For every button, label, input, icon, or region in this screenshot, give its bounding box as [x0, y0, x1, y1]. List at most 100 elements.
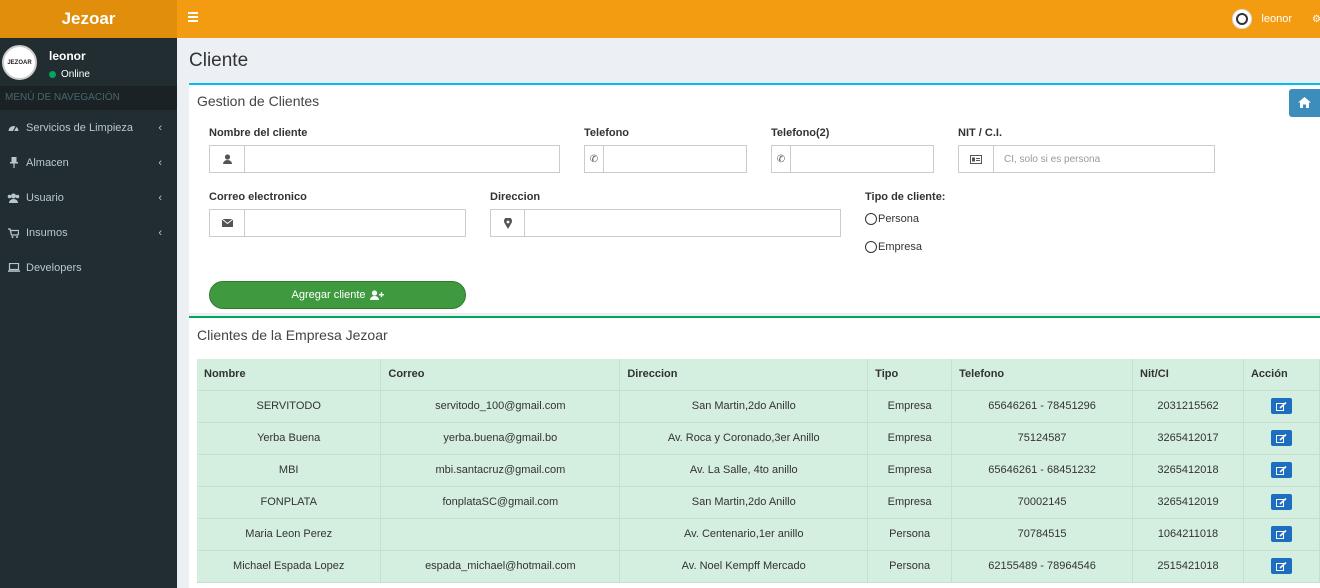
chevron-left-icon: ‹: [158, 157, 162, 169]
radio-persona-label: Persona: [878, 213, 919, 225]
edit-icon[interactable]: [1270, 430, 1292, 446]
home-icon: [1298, 96, 1311, 111]
cell-tipo: Empresa: [867, 454, 953, 487]
col-header-telefono[interactable]: Telefono: [951, 359, 1134, 391]
add-client-button[interactable]: Agregar cliente: [209, 281, 466, 309]
sidebar-item-developers[interactable]: Developers: [0, 250, 177, 285]
cell-telefono: 70784515: [951, 518, 1134, 551]
sidebar: JEZOAR leonor Online MENÚ DE NAVEGACIÓN …: [0, 38, 177, 588]
table-header-row: Nombre Correo Direccion Tipo Telefono Ni…: [197, 359, 1320, 391]
chevron-left-icon: ‹: [158, 192, 162, 204]
col-header-nit[interactable]: Nit/CI: [1132, 359, 1244, 391]
user-avatar: [1232, 9, 1253, 29]
radio-circle[interactable]: [865, 241, 877, 253]
correo-input[interactable]: [245, 209, 466, 237]
sidebar-item-label: Developers: [26, 261, 82, 274]
telefono-label: Telefono: [584, 127, 630, 139]
table-row: Maria Leon Perez Av. Centenario,1er anill…: [197, 518, 1320, 551]
home-button[interactable]: [1289, 89, 1320, 117]
phone-icon: ✆: [584, 145, 604, 173]
cell-tipo: Persona: [867, 550, 953, 583]
cell-direccion: San Martin,2do Anillo: [619, 486, 869, 519]
envelope-icon: [209, 209, 245, 237]
telefono-input[interactable]: [604, 145, 747, 173]
tipo-label: Tipo de cliente:: [865, 191, 946, 203]
telefono2-input[interactable]: [791, 145, 934, 173]
radio-persona[interactable]: Persona: [865, 213, 919, 225]
radio-empresa[interactable]: Empresa: [865, 241, 922, 253]
col-header-accion: Acción: [1243, 359, 1320, 391]
cell-nit: 2515421018: [1132, 550, 1244, 583]
gear-icon[interactable]: ⚙: [1312, 14, 1320, 25]
user-icon: [209, 145, 245, 173]
cell-accion: [1243, 422, 1320, 455]
user-status: Online: [49, 69, 90, 80]
table-row: FONPLATA fonplataSC@gmail.com San Martin,2…: [197, 486, 1320, 519]
cell-tipo: Empresa: [867, 390, 953, 423]
cell-tipo: Persona: [867, 518, 953, 551]
cell-nombre: Yerba Buena: [197, 422, 382, 455]
cell-nit: 1064211018: [1132, 518, 1244, 551]
sidebar-item-servicios[interactable]: Servicios de Limpieza ‹: [0, 110, 177, 145]
cell-direccion: San Martin,2do Anillo: [619, 390, 869, 423]
cell-accion: [1243, 518, 1320, 551]
user-plus-icon: [369, 290, 384, 300]
status-text: Online: [61, 69, 90, 80]
cart-icon: [7, 227, 20, 238]
cell-accion: [1243, 486, 1320, 519]
cell-nit: 3265412018: [1132, 454, 1244, 487]
nombre-label: Nombre del cliente: [209, 127, 308, 139]
cell-nombre: Michael Espada Lopez: [197, 550, 382, 583]
user-menu[interactable]: leonor ⚙: [1232, 0, 1320, 38]
user-panel: JEZOAR leonor Online: [0, 38, 177, 86]
cell-tipo: Empresa: [867, 422, 953, 455]
edit-icon[interactable]: [1270, 526, 1292, 542]
cell-direccion: Av. La Salle, 4to anillo: [619, 454, 869, 487]
cell-nombre: SERVITODO: [197, 390, 382, 423]
cell-direccion: Av. Roca y Coronado,3er Anillo: [619, 422, 869, 455]
cell-tipo: Empresa: [867, 486, 953, 519]
sidebar-item-usuario[interactable]: Usuario ‹: [0, 180, 177, 215]
col-header-tipo[interactable]: Tipo: [867, 359, 953, 391]
radio-empresa-label: Empresa: [878, 241, 923, 253]
dashboard-icon: [7, 123, 20, 133]
table-row: Michael Espada Lopez espada_michael@hotma…: [197, 550, 1320, 583]
id-card-icon: [958, 145, 994, 173]
col-header-direccion[interactable]: Direccion: [619, 359, 869, 391]
sidebar-item-label: Usuario: [26, 191, 64, 204]
thumbtack-icon: [7, 157, 20, 168]
phone-icon: ✆: [771, 145, 791, 173]
sidebar-item-label: Servicios de Limpieza: [26, 121, 133, 134]
cell-nombre: FONPLATA: [197, 486, 382, 519]
table-row: Yerba Buena yerba.buena@gmail.bo Av. Roca …: [197, 422, 1320, 455]
nombre-input[interactable]: [245, 145, 560, 173]
cell-accion: [1243, 390, 1320, 423]
correo-input-group: [209, 209, 466, 237]
sidebar-toggle-icon[interactable]: [188, 12, 198, 22]
nombre-input-group: [209, 145, 560, 173]
nit-input[interactable]: [994, 145, 1215, 173]
add-client-label: Agregar cliente: [291, 289, 366, 301]
edit-icon[interactable]: [1270, 558, 1292, 574]
radio-circle[interactable]: [865, 213, 877, 225]
edit-icon[interactable]: [1270, 398, 1292, 414]
cell-correo: servitodo_100@gmail.com: [380, 390, 621, 423]
sidebar-item-almacen[interactable]: Almacen ‹: [0, 145, 177, 180]
cell-telefono: 70002145: [951, 486, 1134, 519]
cell-nit: 3265412017: [1132, 422, 1244, 455]
table-row: MBI mbi.santacruz@gmail.com Av. La Salle, …: [197, 454, 1320, 487]
app-logo[interactable]: Jezoar: [0, 0, 177, 38]
edit-icon[interactable]: [1270, 494, 1292, 510]
chevron-left-icon: ‹: [158, 122, 162, 134]
cell-direccion: Av. Centenario,1er anillo: [619, 518, 869, 551]
table-row: SERVITODO servitodo_100@gmail.com San Mart…: [197, 390, 1320, 423]
direccion-input[interactable]: [525, 209, 841, 237]
form-title: Gestion de Clientes: [197, 93, 320, 109]
edit-icon[interactable]: [1270, 462, 1292, 478]
sidebar-item-label: Insumos: [26, 226, 68, 239]
col-header-nombre[interactable]: Nombre: [197, 359, 382, 391]
cell-correo: yerba.buena@gmail.bo: [380, 422, 621, 455]
sidebar-item-insumos[interactable]: Insumos ‹: [0, 215, 177, 250]
col-header-correo[interactable]: Correo: [380, 359, 621, 391]
cell-nombre: Maria Leon Perez: [197, 518, 382, 551]
